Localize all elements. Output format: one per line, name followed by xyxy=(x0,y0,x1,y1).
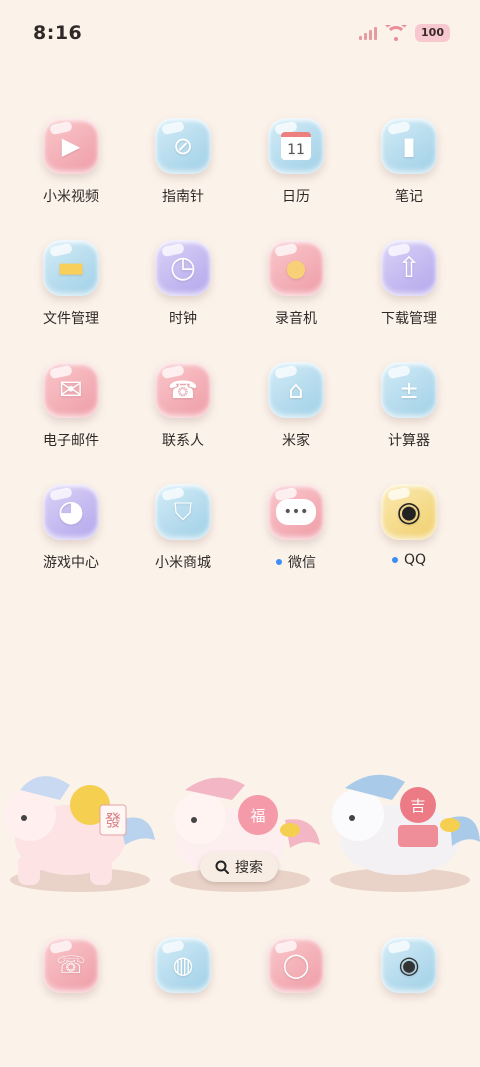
app-email[interactable]: ✉ 电子邮件 xyxy=(15,362,127,450)
app-label: 指南针 xyxy=(162,189,204,205)
app-label: 微信 xyxy=(240,552,352,572)
status-icons: 100 xyxy=(359,24,450,42)
folder-icon[interactable]: ▬ xyxy=(43,240,99,296)
app-label: 游戏中心 xyxy=(43,555,99,571)
status-time: 8:16 xyxy=(33,22,83,44)
app-label: 文件管理 xyxy=(43,311,99,327)
horse-left-illustration: 發 xyxy=(4,776,155,892)
mijia-icon[interactable]: ⌂ xyxy=(268,362,324,418)
clock-icon[interactable]: ◷ xyxy=(155,240,211,296)
horse-right-illustration: 吉 xyxy=(330,774,480,892)
contacts-icon[interactable]: ☎ xyxy=(155,362,211,418)
app-file-manager[interactable]: ▬ 文件管理 xyxy=(15,240,127,328)
download-icon[interactable]: ⇧ xyxy=(381,240,437,296)
phone-icon[interactable]: ☏ xyxy=(43,937,99,993)
app-label: 录音机 xyxy=(275,311,317,327)
wifi-icon xyxy=(385,25,407,41)
app-label: 电子邮件 xyxy=(43,433,99,449)
app-label: 小米视频 xyxy=(43,189,99,205)
battery-indicator: 100 xyxy=(415,24,450,42)
app-mi-store[interactable]: ⛉ 小米商城 xyxy=(127,484,239,572)
app-mijia[interactable]: ⌂ 米家 xyxy=(240,362,352,450)
dock-messages[interactable]: ◯ xyxy=(240,937,352,993)
calendar-icon[interactable]: 11 xyxy=(268,118,324,174)
app-label: 小米商城 xyxy=(155,555,211,571)
app-downloads[interactable]: ⇧ 下载管理 xyxy=(353,240,465,328)
app-label: 时钟 xyxy=(169,311,197,327)
app-label: 下载管理 xyxy=(381,311,437,327)
badge-mid-text: 福 xyxy=(250,807,265,825)
app-calendar[interactable]: 11 日历 xyxy=(240,118,352,206)
mail-icon[interactable]: ✉ xyxy=(43,362,99,418)
app-mi-video[interactable]: ▶ 小米视频 xyxy=(15,118,127,206)
game-icon[interactable]: ◕ xyxy=(43,484,99,540)
app-label: 计算器 xyxy=(388,433,430,449)
badge-right-text: 吉 xyxy=(410,797,425,815)
dock-camera[interactable]: ◉ xyxy=(353,937,465,993)
status-bar: 8:16 100 xyxy=(0,0,480,70)
camera-icon[interactable]: ◉ xyxy=(381,937,437,993)
browser-icon[interactable]: ◍ xyxy=(155,937,211,993)
search-label: 搜索 xyxy=(235,860,263,876)
app-qq[interactable]: ◉ QQ xyxy=(353,484,465,568)
signal-icon xyxy=(359,26,378,40)
microphone-icon[interactable]: ● xyxy=(268,240,324,296)
app-label: 日历 xyxy=(282,189,310,205)
dock-phone[interactable]: ☏ xyxy=(15,937,127,993)
app-recorder[interactable]: ● 录音机 xyxy=(240,240,352,328)
dock-browser[interactable]: ◍ xyxy=(127,937,239,993)
shopping-bag-icon[interactable]: ⛉ xyxy=(155,484,211,540)
messages-icon[interactable]: ◯ xyxy=(268,937,324,993)
app-label: 米家 xyxy=(282,433,310,449)
new-install-dot xyxy=(391,557,398,563)
app-label: 联系人 xyxy=(162,433,204,449)
video-icon[interactable]: ▶ xyxy=(43,118,99,174)
calculator-icon[interactable]: ± xyxy=(381,362,437,418)
wechat-icon[interactable]: ••• xyxy=(268,484,324,540)
app-label: 笔记 xyxy=(395,189,423,205)
app-contacts[interactable]: ☎ 联系人 xyxy=(127,362,239,450)
compass-icon[interactable]: ⊘ xyxy=(155,118,211,174)
app-label: QQ xyxy=(353,552,465,568)
search-button[interactable]: 搜索 xyxy=(200,852,278,882)
app-clock[interactable]: ◷ 时钟 xyxy=(127,240,239,328)
app-notes[interactable]: ▮ 笔记 xyxy=(353,118,465,206)
app-wechat[interactable]: ••• 微信 xyxy=(240,484,352,572)
app-calculator[interactable]: ± 计算器 xyxy=(353,362,465,450)
qq-penguin-icon[interactable]: ◉ xyxy=(381,484,437,540)
app-game-center[interactable]: ◕ 游戏中心 xyxy=(15,484,127,572)
new-install-dot xyxy=(276,559,282,565)
badge-left-text: 發 xyxy=(105,811,121,830)
notes-icon[interactable]: ▮ xyxy=(381,118,437,174)
search-icon xyxy=(215,860,229,874)
app-compass[interactable]: ⊘ 指南针 xyxy=(127,118,239,206)
